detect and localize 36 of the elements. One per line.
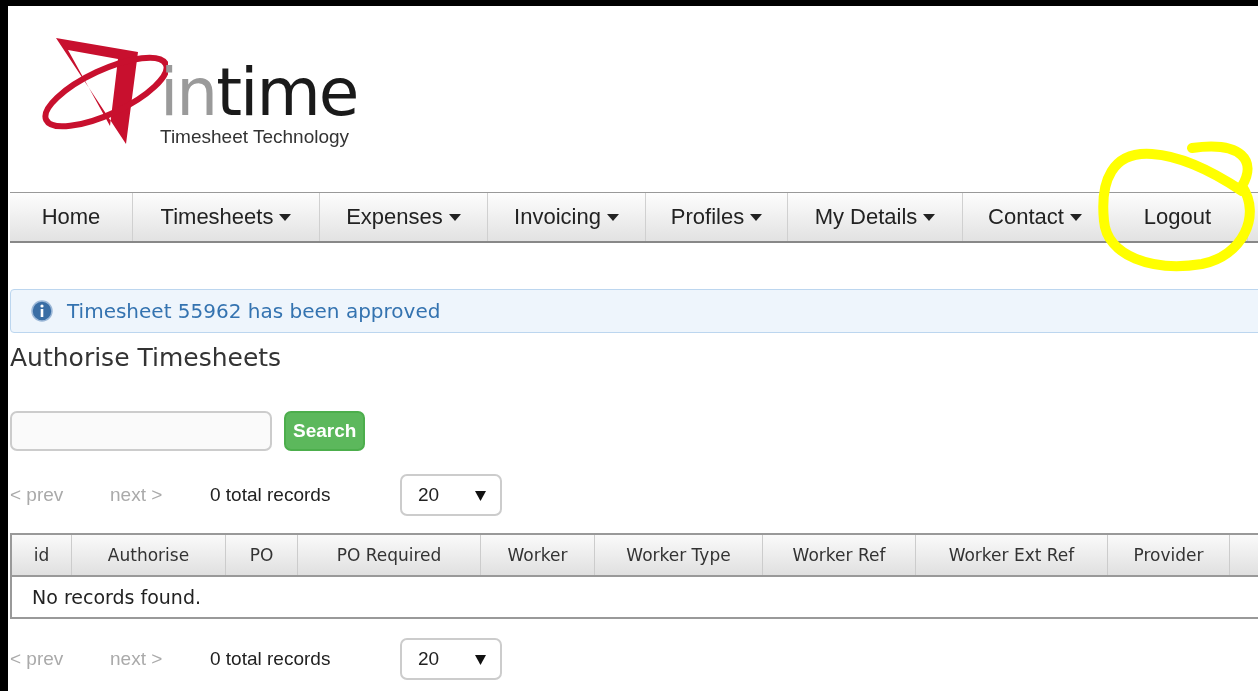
nav-item[interactable]: Profiles	[646, 193, 788, 241]
caret-icon	[750, 213, 763, 221]
page-size-select[interactable]: 20	[400, 474, 502, 516]
alert-message: Timesheet 55962 has been approved	[67, 299, 441, 323]
nav-item[interactable]: Timesheets	[133, 193, 320, 241]
record-count: 0 total records	[210, 648, 332, 670]
nav-item[interactable]: Home	[10, 193, 133, 241]
column-header[interactable]: Authorise	[72, 535, 226, 575]
logo-tagline: Timesheet Technology	[160, 126, 351, 148]
nav-item[interactable]: Expenses	[320, 193, 488, 241]
nav-item[interactable]: Contact	[963, 193, 1108, 241]
empty-message: No records found.	[31, 585, 202, 610]
caret-icon	[923, 213, 936, 221]
nav-item[interactable]: Logout	[1108, 193, 1248, 241]
column-header[interactable]: Worker Ext Ref	[916, 535, 1108, 575]
page-heading: Authorise Timesheets	[10, 343, 283, 374]
page-size-select[interactable]: 20	[400, 638, 502, 680]
column-header[interactable]: id	[12, 535, 72, 575]
column-header[interactable]: Worker Ref	[763, 535, 916, 575]
column-header[interactable]: Provider	[1108, 535, 1230, 575]
column-header[interactable]: PO Required	[298, 535, 481, 575]
nav-item[interactable]: My Details	[788, 193, 963, 241]
caret-icon	[448, 213, 461, 221]
record-count: 0 total records	[210, 484, 332, 506]
nav-item[interactable]: Invoicing	[488, 193, 646, 241]
info-icon	[31, 300, 53, 322]
caret-icon	[279, 213, 292, 221]
dropdown-arrow-icon	[475, 489, 486, 501]
dropdown-arrow-icon	[475, 653, 486, 665]
logo-wordmark: intime	[160, 60, 358, 126]
column-header[interactable]: Worker Type	[595, 535, 763, 575]
column-header[interactable]: Worker	[481, 535, 595, 575]
column-header[interactable]: PO	[226, 535, 298, 575]
caret-icon	[606, 213, 619, 221]
caret-icon	[1069, 213, 1082, 221]
search-field[interactable]	[10, 411, 272, 451]
